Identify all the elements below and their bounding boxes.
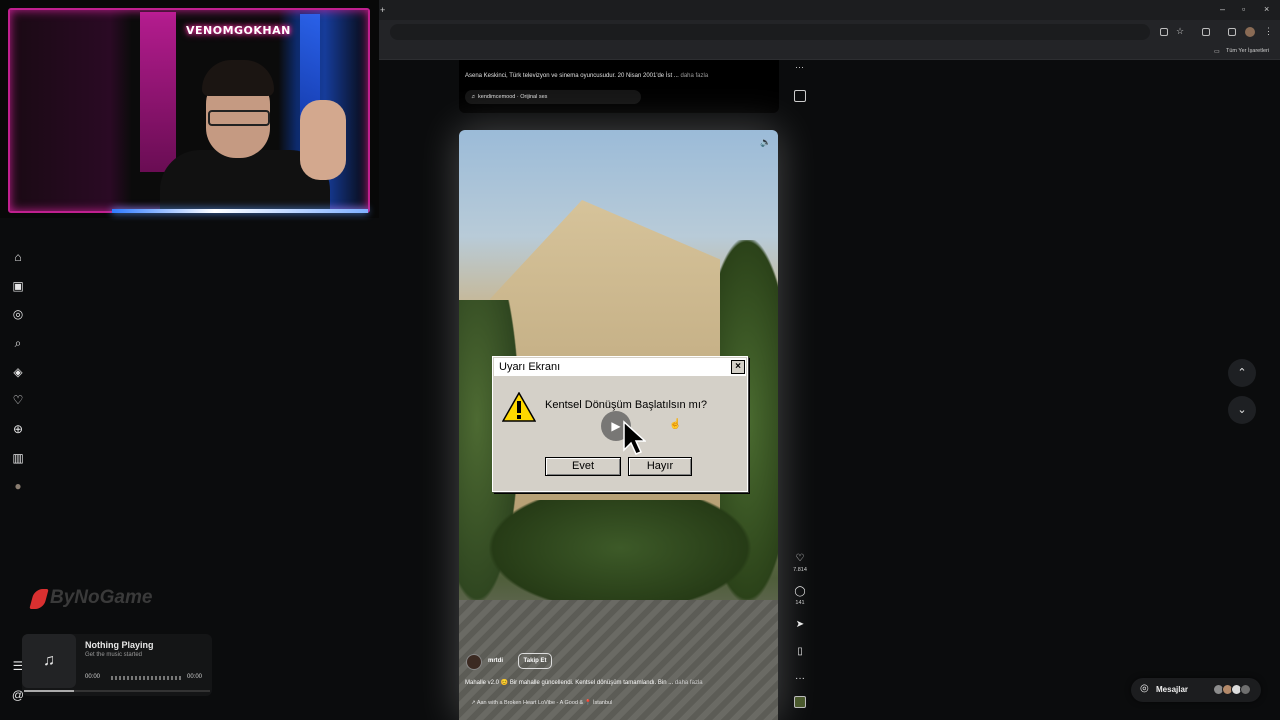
neon-glow-bar <box>112 209 368 213</box>
heart-icon[interactable]: ♡ <box>11 393 25 407</box>
previous-reel-text: Asena Keskinci, Türk televizyon ve sinem… <box>465 73 679 79</box>
send-icon[interactable]: ➤ <box>796 619 804 630</box>
streamer-hand <box>300 100 346 180</box>
more-options-icon[interactable]: ··· <box>795 673 805 684</box>
reel-audio-info[interactable]: ↗ Aan with a Broken Heart LoVibe - A Goo… <box>471 700 612 706</box>
maximize-button[interactable]: ▫ <box>1242 4 1245 14</box>
music-waveform <box>111 676 181 680</box>
new-tab-button[interactable]: + <box>380 5 385 15</box>
reel-username[interactable]: mrtdi <box>488 658 503 664</box>
bynogame-logo-mark <box>29 589 49 609</box>
comment-icon[interactable]: ◯ <box>794 586 805 597</box>
warning-icon <box>502 392 536 422</box>
previous-reel-description: Asena Keskinci, Türk televizyon ve sinem… <box>465 73 708 79</box>
extensions-icon[interactable] <box>1202 28 1210 36</box>
search-icon[interactable]: ⌕ <box>11 336 25 350</box>
folder-icon: ▭ <box>1214 49 1220 55</box>
like-action[interactable]: ♡ 7.814 <box>793 548 807 573</box>
yes-button[interactable]: Evet <box>545 457 621 476</box>
create-icon[interactable]: ⊕ <box>11 422 25 436</box>
install-icon[interactable] <box>1160 28 1168 36</box>
previous-more-options-icon[interactable]: ··· <box>795 62 804 72</box>
music-time-start: 00:00 <box>85 674 101 680</box>
comment-action[interactable]: ◯ 141 <box>793 581 807 606</box>
like-count: 7.814 <box>793 567 807 573</box>
dialog-title: Uyarı Ekranı <box>494 358 746 376</box>
music-title: Nothing Playing <box>85 640 154 650</box>
reels-icon[interactable]: ▣ <box>11 279 25 293</box>
profile-avatar[interactable]: ● <box>11 479 25 493</box>
music-progress-fill <box>24 690 74 692</box>
follow-button[interactable]: Takip Et <box>518 653 552 669</box>
bookmarks-bar <box>379 44 1280 60</box>
bookmark-icon[interactable]: ▯ <box>797 646 803 657</box>
share-action[interactable]: ➤ <box>793 614 807 632</box>
minimize-button[interactable]: – <box>1220 4 1225 14</box>
more-action[interactable]: ··· <box>793 668 807 686</box>
no-button[interactable]: Hayır <box>628 457 692 476</box>
previous-reel-audio[interactable]: ♬ kendimcemood · Orijinal ses <box>465 90 641 104</box>
music-note-icon: ♫ <box>22 634 76 688</box>
insights-icon[interactable]: ▥ <box>11 451 25 465</box>
browser-tab-strip <box>379 0 1280 20</box>
previous-reel-button[interactable]: ⌃ <box>1228 359 1256 387</box>
reel-more-link[interactable]: daha fazla <box>675 680 703 686</box>
mouse-cursor-icon <box>623 420 646 455</box>
heart-icon[interactable]: ♡ <box>796 553 805 564</box>
messenger-icon[interactable]: ◎ <box>11 307 25 321</box>
hand-cursor-icon: ☝ <box>669 419 682 430</box>
music-time-end: 00:00 <box>187 674 203 680</box>
profile-avatar-icon[interactable] <box>1245 27 1255 37</box>
previous-audio-thumb-icon[interactable] <box>794 90 806 102</box>
streamer-neon-name: VENOMGOKHAN <box>186 24 291 37</box>
messenger-icon: ◎ <box>1140 683 1149 694</box>
media-icon[interactable] <box>1228 28 1236 36</box>
home-icon[interactable]: ⌂ <box>11 250 25 264</box>
previous-reel-footer <box>459 60 779 113</box>
message-avatar <box>1240 684 1251 695</box>
comment-count: 141 <box>795 600 805 606</box>
dialog-close-button[interactable]: × <box>731 360 745 374</box>
previous-reel-more-link[interactable]: daha fazla <box>681 73 709 79</box>
save-action[interactable]: ▯ <box>793 641 807 659</box>
reel-caption: Mahalle v2.0 😊 Bir mahalle güncellendi. … <box>465 679 703 686</box>
volume-icon[interactable]: 🔈 <box>760 137 771 148</box>
all-bookmarks-link[interactable]: Tüm Yer İşaretleri <box>1226 48 1269 54</box>
dialog-message: Kentsel Dönüşüm Başlatılsın mı? <box>545 399 708 411</box>
reel-user-avatar[interactable] <box>466 654 482 670</box>
neon-pink-light <box>140 12 176 172</box>
streamer-glasses <box>208 110 270 126</box>
reel-caption-text: Mahalle v2.0 😊 Bir mahalle güncellendi. … <box>465 680 674 686</box>
bynogame-logo: ByNoGame <box>50 587 153 608</box>
messages-label: Mesajlar <box>1156 685 1189 694</box>
browser-menu-icon[interactable]: ⋮ <box>1264 26 1273 37</box>
next-reel-button[interactable]: ⌄ <box>1228 396 1256 424</box>
music-subtitle: Get the music started <box>85 652 143 658</box>
bookmark-star-icon[interactable]: ☆ <box>1176 26 1184 37</box>
reel-audio-thumb-icon[interactable] <box>794 696 806 708</box>
address-bar[interactable] <box>390 24 1150 40</box>
explore-icon[interactable]: ◈ <box>11 365 25 379</box>
close-window-button[interactable]: × <box>1264 4 1269 14</box>
